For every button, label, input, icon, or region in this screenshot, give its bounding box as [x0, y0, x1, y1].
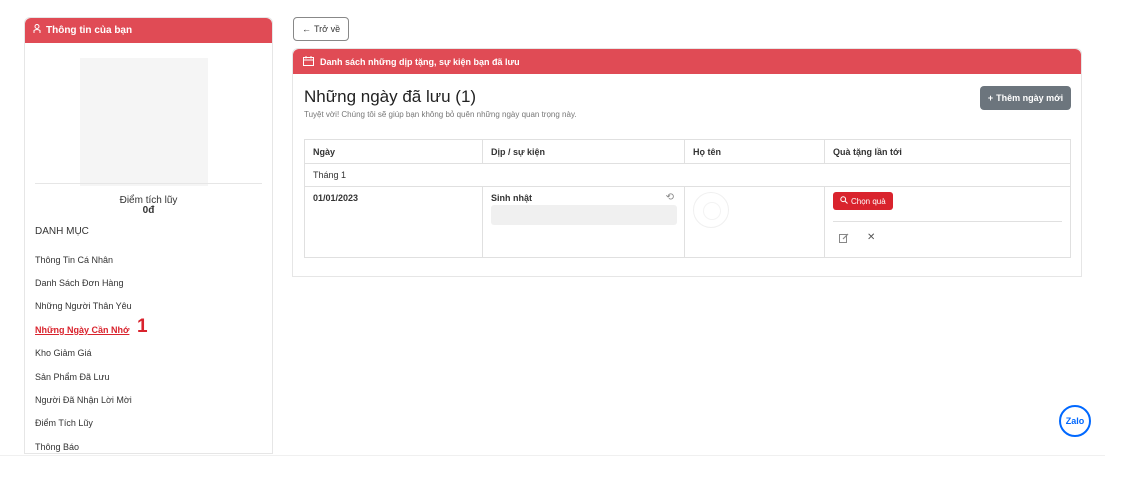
edit-icon[interactable] [839, 233, 849, 246]
row-event: Sinh nhật [491, 193, 532, 203]
sidebar-item-points[interactable]: Điểm Tích Lũy [35, 412, 132, 435]
choose-gift-button[interactable]: Chọn quà [833, 192, 893, 210]
sidebar-item-remember-days[interactable]: Những Ngày Cần Nhớ [35, 318, 132, 341]
search-icon [840, 196, 848, 206]
row-event-cell: Sinh nhật ⟲ [483, 187, 685, 257]
sidebar-menu: Thông Tin Cá Nhân Danh Sách Đơn Hàng Nhữ… [35, 248, 132, 459]
saved-days-table: Ngày Dịp / sự kiện Họ tên Quà tặng lần t… [304, 139, 1071, 258]
table-header: Ngày Dịp / sự kiện Họ tên Quà tặng lần t… [305, 140, 1070, 164]
back-button[interactable]: ← Trở về [293, 17, 350, 41]
recipient-avatar [693, 192, 729, 228]
plus-icon: + [987, 93, 994, 103]
panel-header-title: Danh sách những dịp tặng, sự kiện bạn đã… [320, 56, 520, 67]
column-header-event: Dịp / sự kiện [483, 140, 685, 163]
add-new-day-button[interactable]: + Thêm ngày mới [980, 86, 1071, 110]
user-icon [33, 24, 41, 37]
page-bottom-divider [0, 455, 1105, 456]
table-row: 01/01/2023 Sinh nhật ⟲ Chọn quà ✕ [305, 187, 1070, 257]
column-header-date: Ngày [305, 140, 483, 163]
sidebar-item-personal-info[interactable]: Thông Tin Cá Nhân [35, 248, 132, 271]
sidebar-item-vouchers[interactable]: Kho Giảm Giá [35, 342, 132, 365]
row-name-cell [685, 187, 825, 257]
sidebar-header: Thông tin của bạn [25, 18, 272, 43]
close-icon[interactable]: ✕ [867, 232, 875, 243]
zalo-label: Zalo [1065, 416, 1085, 426]
sidebar-item-invite-accepted[interactable]: Người Đã Nhận Lời Mời [35, 388, 132, 411]
column-header-name: Họ tên [685, 140, 825, 163]
sidebar-divider [35, 183, 262, 184]
page-subtitle: Tuyệt vời! Chúng tôi sẽ giúp bạn không b… [304, 110, 577, 119]
event-note [491, 205, 677, 225]
choose-gift-label: Chọn quà [851, 196, 886, 206]
sidebar-item-saved-products[interactable]: Sản Phẩm Đã Lưu [35, 365, 132, 388]
back-button-label: Trở về [314, 24, 341, 34]
zalo-chat-button[interactable]: Zalo [1059, 405, 1091, 437]
add-new-day-label: Thêm ngày mới [996, 93, 1064, 103]
row-gift-cell: Chọn quà ✕ [825, 187, 1070, 257]
annotation-marker-1: 1 [137, 316, 148, 337]
avatar[interactable] [80, 58, 208, 186]
points-value: 0đ [142, 205, 155, 216]
arrow-left-icon: ← [302, 24, 311, 34]
sidebar-item-orders[interactable]: Danh Sách Đơn Hàng [35, 271, 132, 294]
sidebar-item-loved-ones[interactable]: Những Người Thân Yêu [35, 295, 132, 318]
gift-divider [833, 221, 1062, 222]
profile-sidebar: Thông tin của bạn Điểm tích lũy 0đ DANH … [24, 17, 273, 454]
row-date: 01/01/2023 [305, 187, 483, 257]
sidebar-title: Thông tin của bạn [46, 25, 133, 36]
panel-header: Danh sách những dịp tặng, sự kiện bạn đã… [293, 49, 1081, 74]
repeat-icon: ⟲ [665, 192, 674, 203]
saved-days-panel: Danh sách những dịp tặng, sự kiện bạn đã… [292, 48, 1082, 277]
page-title: Những ngày đã lưu (1) [304, 87, 477, 106]
menu-heading: DANH MỤC [35, 226, 89, 237]
column-header-gift: Quà tặng lần tới [833, 146, 902, 157]
month-group-row: Tháng 1 [305, 164, 1070, 187]
calendar-icon [303, 55, 314, 68]
